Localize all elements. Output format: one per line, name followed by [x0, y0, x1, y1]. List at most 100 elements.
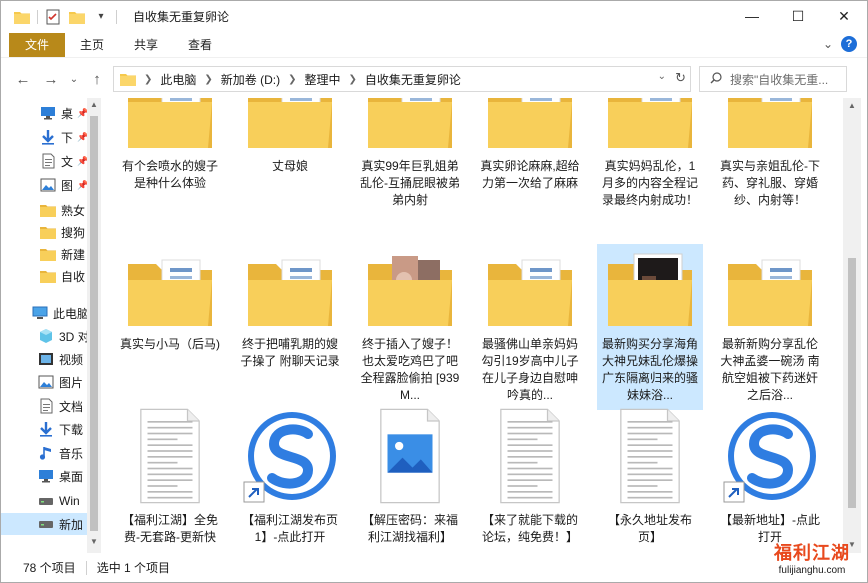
folder-icon	[39, 246, 57, 262]
minimize-button[interactable]: —	[729, 1, 775, 31]
file-item[interactable]: 【福利江湖】全免费-无套路-更新快	[117, 406, 223, 546]
maximize-button[interactable]: ☐	[775, 1, 821, 31]
desktop-icon	[39, 105, 57, 121]
folder-item[interactable]: 终于插入了嫂子！也太爱吃鸡巴了吧全程露脸偷拍 [939M...	[357, 244, 463, 404]
refresh-icon[interactable]: ↻	[675, 70, 686, 86]
folder-item[interactable]: 最新新购分享乱伦大神孟婆一碗汤 南航空姐被下药迷奸之后浴...	[717, 244, 823, 404]
sidebar-item-label: 新加	[59, 517, 84, 532]
back-button[interactable]: ←	[11, 67, 35, 91]
file-name: 终于插入了嫂子！也太爱吃鸡巴了吧全程露脸偷拍 [939M...	[360, 337, 460, 402]
scrollbar-thumb[interactable]	[90, 116, 98, 531]
scroll-up-icon[interactable]: ▲	[87, 100, 101, 114]
sidebar-item[interactable]: 图片	[1, 371, 87, 393]
tab-share[interactable]: 共享	[119, 33, 173, 57]
sidebar-item[interactable]: 文 📌	[1, 150, 87, 172]
folder-item[interactable]: 真实妈妈乱伦，1月多的内容全程记录最终内射成功！	[597, 98, 703, 209]
file-name: 有个会喷水的嫂子是种什么体验	[121, 159, 218, 190]
folder-item[interactable]: 真实与亲姐乱伦-下药、穿礼服、穿婚纱、内射等！	[717, 98, 823, 209]
breadcrumb-drive[interactable]: 新加卷 (D:)	[221, 71, 280, 88]
folder-item[interactable]: 有个会喷水的嫂子是种什么体验	[117, 98, 223, 192]
navigation-pane-scrollbar[interactable]: ▲ ▼	[87, 98, 101, 553]
tab-file[interactable]: 文件	[9, 32, 66, 57]
file-name: 真实妈妈乱伦，1月多的内容全程记录最终内射成功！	[601, 159, 698, 207]
folder-icon	[482, 244, 578, 330]
new-folder-icon[interactable]	[68, 8, 86, 26]
properties-icon[interactable]	[44, 8, 62, 26]
scroll-up-icon[interactable]: ▲	[843, 98, 861, 114]
sidebar-item[interactable]: 此电脑	[1, 302, 87, 324]
picture-icon	[37, 374, 55, 390]
folder-icon	[242, 244, 338, 330]
sidebar-item[interactable]: 新加	[1, 513, 87, 535]
search-placeholder: 搜索"自收集无重...	[730, 72, 829, 87]
breadcrumb-this-pc[interactable]: 此电脑	[160, 71, 196, 88]
chevron-right-icon: ❯	[144, 73, 153, 85]
video-icon	[37, 351, 55, 367]
chevron-right-icon[interactable]: ❯	[349, 74, 357, 85]
document-icon	[39, 153, 57, 169]
tab-view[interactable]: 查看	[173, 33, 227, 57]
browser-shortcut-icon	[242, 406, 338, 506]
search-input[interactable]: 搜索"自收集无重...	[699, 66, 847, 92]
sidebar-item[interactable]: 搜狗	[1, 221, 87, 243]
drive-icon	[37, 516, 55, 532]
chevron-right-icon[interactable]: ❯	[288, 74, 296, 85]
forward-button[interactable]: →	[39, 67, 63, 91]
folder-icon	[39, 268, 57, 284]
sidebar-item[interactable]: 熟女	[1, 199, 87, 221]
customize-toolbar-chevron-icon[interactable]: ▾	[92, 8, 110, 26]
sidebar-item[interactable]: 下载	[1, 418, 87, 440]
window-controls: — ☐ ✕	[729, 1, 867, 31]
sidebar-item[interactable]: Win	[1, 490, 87, 512]
desktop-icon	[37, 468, 55, 484]
recent-locations-chevron-icon[interactable]: ⌄	[67, 67, 81, 91]
folder-item[interactable]: 真实与小马（后马)	[117, 244, 223, 353]
file-item[interactable]: 【永久地址发布页】	[597, 406, 703, 546]
watermark-title: 福利江湖	[774, 543, 850, 564]
file-name: 终于把哺乳期的嫂子操了 附聊天记录	[240, 337, 340, 368]
sidebar-item[interactable]: 桌 📌	[1, 102, 87, 124]
sidebar-item[interactable]: 新建	[1, 243, 87, 265]
folder-item[interactable]: 最骚佛山单亲妈妈勾引19岁高中儿子在儿子身边自慰呻吟真的...	[477, 244, 583, 404]
music-icon	[37, 445, 55, 461]
shortcut-item[interactable]: 【福利江湖发布页1】-点此打开	[237, 406, 343, 546]
window-title: 自收集无重复卵论	[133, 10, 230, 24]
shortcut-item[interactable]: 【最新地址】-点此打开	[717, 406, 823, 546]
close-button[interactable]: ✕	[821, 1, 867, 31]
sidebar-item-label: 文	[61, 154, 74, 169]
sidebar-item[interactable]: 文档	[1, 395, 87, 417]
chevron-right-icon[interactable]: ❯	[204, 74, 212, 85]
sidebar-item[interactable]: 自收	[1, 265, 87, 287]
folder-item[interactable]: 终于把哺乳期的嫂子操了 附聊天记录	[237, 244, 343, 370]
tab-home[interactable]: 主页	[65, 33, 119, 57]
help-icon[interactable]: ?	[841, 36, 857, 52]
folder-item[interactable]: 真实99年巨乳姐弟乱伦-互捅屁眼被弟弟内射	[357, 98, 463, 209]
sidebar-item[interactable]: 桌面	[1, 465, 87, 487]
breadcrumb-folder[interactable]: 整理中	[305, 71, 341, 88]
sidebar-item-label: 文档	[59, 399, 84, 414]
scrollbar-thumb[interactable]	[848, 258, 856, 508]
sidebar-item-label: 视频	[59, 352, 84, 367]
address-bar[interactable]: ❯ 此电脑 ❯ 新加卷 (D:) ❯ 整理中 ❯ 自收集无重复卵论 ⌄ ↻	[113, 66, 691, 92]
file-name: 最骚佛山单亲妈妈勾引19岁高中儿子在儿子身边自慰呻吟真的...	[481, 337, 579, 402]
expand-ribbon-chevron-icon[interactable]: ⌄	[823, 37, 833, 51]
sidebar-item-label: 熟女	[61, 203, 86, 218]
address-dropdown-chevron-icon[interactable]: ⌄	[658, 71, 666, 82]
folder-icon	[722, 98, 818, 152]
file-list-scrollbar[interactable]: ▲ ▼	[843, 98, 861, 553]
breadcrumb-current[interactable]: 自收集无重复卵论	[365, 71, 461, 88]
folder-item[interactable]: 最新购买分享海角大神兄妹乱伦爆操广东隔离归来的骚妹妹浴...	[597, 244, 703, 410]
document-icon	[37, 398, 55, 414]
sidebar-item[interactable]: 视频	[1, 348, 87, 370]
sidebar-item[interactable]: 图 📌	[1, 174, 87, 196]
file-item[interactable]: 【解压密码：来福利江湖找福利】	[357, 406, 463, 546]
folder-item[interactable]: 真实卵论麻麻,超给力第一次给了麻麻	[477, 98, 583, 192]
scroll-down-icon[interactable]: ▼	[87, 537, 101, 551]
sidebar-item[interactable]: 下 📌	[1, 126, 87, 148]
file-item[interactable]: 【来了就能下载的论坛，纯免费！】	[477, 406, 583, 546]
up-button[interactable]: ↑	[85, 67, 109, 91]
sidebar-item-label: 桌	[61, 106, 74, 121]
sidebar-item[interactable]: 音乐	[1, 442, 87, 464]
sidebar-item[interactable]: 3D 对	[1, 325, 87, 347]
folder-item[interactable]: 丈母娘	[237, 98, 343, 175]
